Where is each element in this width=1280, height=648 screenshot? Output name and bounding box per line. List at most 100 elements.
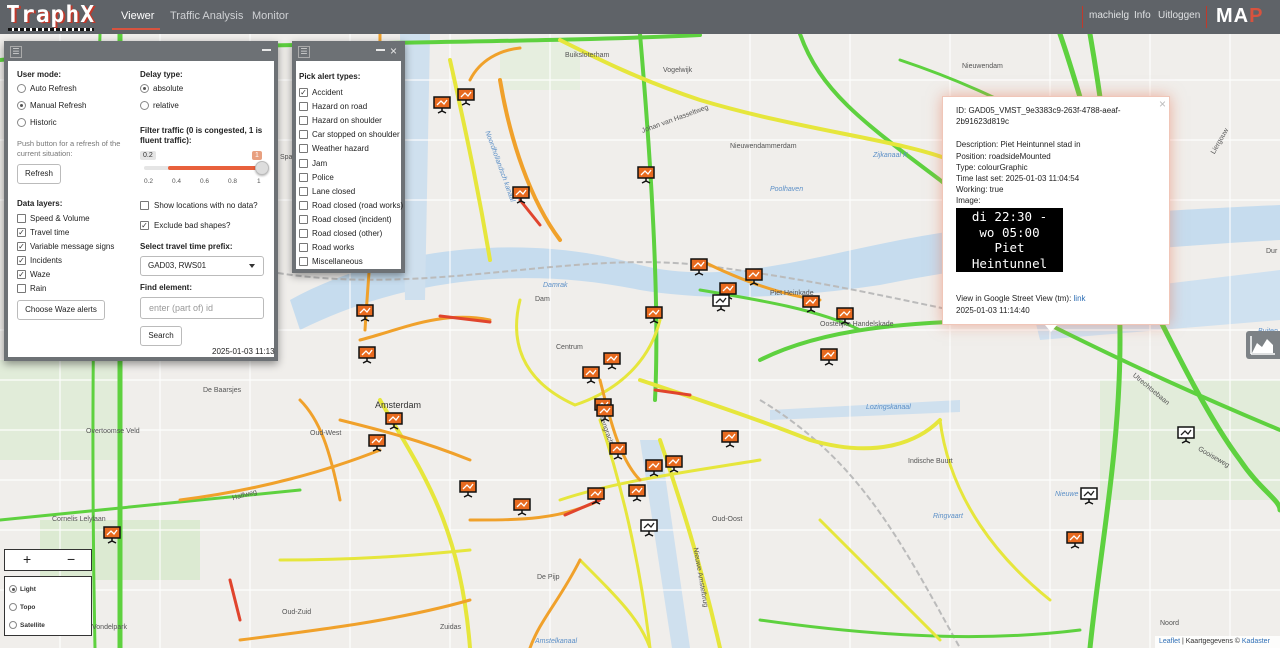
vms-active-icon[interactable]: [637, 166, 655, 184]
slider-high-handle[interactable]: [255, 161, 269, 175]
panel-grip-icon[interactable]: ☰: [10, 46, 22, 58]
alert-type-checkbox[interactable]: [299, 243, 308, 253]
checkbox-label: Incidents: [30, 256, 63, 265]
alert-type-checkbox[interactable]: [299, 158, 308, 168]
radio-layer-topo[interactable]: [9, 603, 17, 611]
vms-active-icon[interactable]: [609, 442, 627, 460]
chart-toggle-button[interactable]: [1246, 331, 1280, 359]
base-layer-control: Light Topo Satellite: [4, 576, 92, 636]
lozingskanaal: [770, 400, 960, 420]
vms-active-icon[interactable]: [385, 412, 403, 430]
vms-inactive-icon[interactable]: [640, 519, 658, 537]
find-element-input[interactable]: enter (part of) id: [140, 297, 264, 319]
control-panel-header[interactable]: ☰: [8, 45, 274, 61]
logout-link[interactable]: Uitloggen: [1158, 10, 1200, 21]
minimize-icon[interactable]: [376, 49, 385, 51]
checkbox-waze[interactable]: ✓: [17, 270, 26, 279]
nav-monitor[interactable]: Monitor: [252, 10, 289, 22]
alert-type-checkbox[interactable]: [299, 257, 308, 267]
radio-layer-light[interactable]: [9, 585, 17, 593]
vms-inactive-icon[interactable]: [712, 294, 730, 312]
radio-relative[interactable]: [140, 101, 149, 110]
nav-traffic-analysis[interactable]: Traffic Analysis: [170, 10, 243, 22]
map-brand-logo[interactable]: MAP: [1216, 5, 1263, 28]
vms-active-icon[interactable]: [587, 487, 605, 505]
travel-time-prefix-select[interactable]: GAD03, RWS01: [140, 256, 264, 276]
vms-active-icon[interactable]: [603, 352, 621, 370]
vms-active-icon[interactable]: [513, 498, 531, 516]
alert-type-checkbox[interactable]: [299, 214, 308, 224]
vms-active-icon[interactable]: [820, 348, 838, 366]
vms-active-icon[interactable]: [628, 484, 646, 502]
leaflet-link[interactable]: Leaflet: [1159, 638, 1180, 645]
sign-line: dicht: [979, 271, 1018, 286]
radio-layer-satellite[interactable]: [9, 621, 17, 629]
checkbox-label: Exclude bad shapes?: [154, 221, 231, 230]
alert-type-checkbox[interactable]: [299, 186, 308, 196]
panel-grip-icon[interactable]: ☰: [298, 46, 310, 58]
brand-text-accent: P: [1249, 5, 1264, 27]
info-link[interactable]: Info: [1134, 10, 1151, 21]
radio-manual-refresh[interactable]: [17, 101, 26, 110]
logo-underline: [8, 28, 94, 31]
traphx-logo[interactable]: TraphX: [6, 2, 98, 32]
vms-active-icon[interactable]: [721, 430, 739, 448]
vms-active-icon[interactable]: [103, 526, 121, 544]
checkbox-show-no-data[interactable]: [140, 201, 149, 210]
close-icon[interactable]: ×: [1159, 97, 1166, 111]
radio-auto-refresh[interactable]: [17, 84, 26, 93]
map-label: Amsterdam: [375, 400, 422, 410]
vms-active-icon[interactable]: [645, 306, 663, 324]
vms-active-icon[interactable]: [457, 88, 475, 106]
vms-active-icon[interactable]: [582, 366, 600, 384]
vms-active-icon[interactable]: [1066, 531, 1084, 549]
radio-absolute[interactable]: [140, 84, 149, 93]
minimize-icon[interactable]: [262, 49, 271, 51]
checkbox-speed-volume[interactable]: [17, 214, 26, 223]
alert-type-checkbox[interactable]: ✓: [299, 88, 308, 97]
checkbox-label: Waze: [30, 270, 51, 279]
alert-type-checkbox[interactable]: [299, 116, 308, 126]
alert-type-checkbox[interactable]: [299, 144, 308, 154]
vms-active-icon[interactable]: [512, 186, 530, 204]
vms-active-icon[interactable]: [358, 346, 376, 364]
vms-inactive-icon[interactable]: [1177, 426, 1195, 444]
checkbox-label: Variable message signs: [30, 242, 115, 251]
refresh-button[interactable]: Refresh: [17, 164, 61, 184]
alert-type-checkbox[interactable]: [299, 130, 308, 140]
choose-waze-alerts-button[interactable]: Choose Waze alerts: [17, 300, 105, 320]
search-button[interactable]: Search: [140, 326, 182, 346]
checkbox-incidents[interactable]: ✓: [17, 256, 26, 265]
vms-active-icon[interactable]: [690, 258, 708, 276]
checkbox-exclude-bad-shapes[interactable]: ✓: [140, 221, 149, 230]
slider-tick: 1: [257, 178, 261, 185]
vms-active-icon[interactable]: [645, 459, 663, 477]
vms-active-icon[interactable]: [459, 480, 477, 498]
alert-type-checkbox[interactable]: [299, 102, 308, 112]
nav-viewer[interactable]: Viewer: [121, 10, 154, 22]
user-name[interactable]: machielg: [1089, 10, 1129, 21]
streetview-link[interactable]: link: [1074, 294, 1086, 303]
kadaster-link[interactable]: Kadaster: [1242, 638, 1270, 645]
vms-active-icon[interactable]: [665, 455, 683, 473]
zoom-out-button[interactable]: −: [67, 551, 75, 567]
vms-active-icon[interactable]: [836, 307, 854, 325]
vms-active-icon[interactable]: [596, 404, 614, 422]
vms-active-icon[interactable]: [802, 295, 820, 313]
vms-inactive-icon[interactable]: [1080, 487, 1098, 505]
slider-tick: 0.8: [228, 178, 238, 185]
close-icon[interactable]: ×: [390, 44, 397, 58]
alert-type-checkbox[interactable]: [299, 200, 308, 210]
checkbox-vms[interactable]: ✓: [17, 242, 26, 251]
alert-type-checkbox[interactable]: [299, 172, 308, 182]
checkbox-rain[interactable]: [17, 284, 26, 293]
vms-active-icon[interactable]: [368, 434, 386, 452]
zoom-in-button[interactable]: +: [23, 551, 31, 567]
alert-panel-header[interactable]: ☰ ×: [296, 44, 401, 61]
vms-active-icon[interactable]: [745, 268, 763, 286]
alert-type-checkbox[interactable]: [299, 229, 308, 238]
vms-active-icon[interactable]: [433, 96, 451, 114]
vms-active-icon[interactable]: [356, 304, 374, 322]
radio-historic[interactable]: [17, 118, 26, 127]
checkbox-travel-time[interactable]: ✓: [17, 228, 26, 237]
